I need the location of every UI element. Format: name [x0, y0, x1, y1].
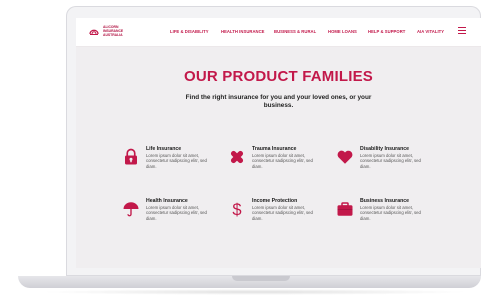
product-description: Lorem ipsum dolor sit amet, consectetur …: [252, 205, 313, 221]
nav-item-life-disability[interactable]: LIFE & DISABILITY: [170, 29, 209, 34]
briefcase-icon: [337, 202, 353, 216]
laptop-notch: [232, 276, 290, 281]
product-description: Lorem ipsum dolor sit amet, consectetur …: [146, 153, 207, 169]
page-subtitle: Find the right insurance for you and you…: [185, 94, 372, 109]
bandage-icon: [230, 150, 244, 164]
product-name: Income Protection: [252, 198, 298, 204]
product-name: Trauma Insurance: [252, 146, 297, 152]
product-name: Disability Insurance: [360, 146, 410, 152]
page-title: OUR PRODUCT FAMILIES: [183, 68, 373, 85]
logo-text: ALICORN INSURANCE AUSTRALIA: [103, 25, 124, 37]
laptop-shadow: [40, 289, 470, 295]
product-health-insurance[interactable]: Health Insurance Lorem ipsum dolor sit a…: [122, 198, 222, 238]
heart-icon: [337, 150, 353, 164]
product-name: Life Insurance: [146, 146, 182, 152]
svg-text:$: $: [232, 201, 241, 218]
nav-item-help-support[interactable]: HELP & SUPPORT: [368, 29, 405, 34]
nav-item-business-rural[interactable]: BUSINESS & RURAL: [274, 29, 316, 34]
product-description: Lorem ipsum dolor sit amet, consectetur …: [252, 153, 313, 169]
dollar-icon: $: [232, 201, 241, 218]
product-trauma-insurance[interactable]: Trauma Insurance Lorem ipsum dolor sit a…: [228, 146, 328, 186]
product-name: Health Insurance: [146, 198, 188, 204]
nav-item-aia-vitality[interactable]: AIA VITALITY: [417, 29, 444, 34]
top-nav: ALICORN INSURANCE AUSTRALIA LIFE & DISAB…: [76, 18, 481, 47]
product-disability-insurance[interactable]: Disability Insurance Lorem ipsum dolor s…: [336, 146, 436, 186]
product-description: Lorem ipsum dolor sit amet, consectetur …: [146, 205, 207, 221]
logo-icon: [89, 29, 99, 35]
brand-logo[interactable]: ALICORN INSURANCE AUSTRALIA: [88, 25, 137, 37]
product-name: Business Insurance: [360, 198, 410, 204]
product-income-protection[interactable]: $ Income Protection Lorem ipsum dolor si…: [228, 198, 328, 238]
nav-item-home-loans[interactable]: HOME LOANS: [328, 29, 357, 34]
product-description: Lorem ipsum dolor sit amet, consectetur …: [360, 205, 421, 221]
hamburger-icon[interactable]: [458, 27, 466, 34]
product-description: Lorem ipsum dolor sit amet, consectetur …: [360, 153, 421, 169]
umbrella-icon: [123, 202, 139, 217]
browser-screen: ALICORN INSURANCE AUSTRALIA LIFE & DISAB…: [76, 18, 481, 268]
product-business-insurance[interactable]: Business Insurance Lorem ipsum dolor sit…: [336, 198, 436, 238]
product-life-insurance[interactable]: Life Insurance Lorem ipsum dolor sit ame…: [122, 146, 222, 186]
lock-icon: [125, 148, 137, 165]
nav-item-health-insurance[interactable]: HEALTH INSURANCE: [221, 29, 265, 34]
